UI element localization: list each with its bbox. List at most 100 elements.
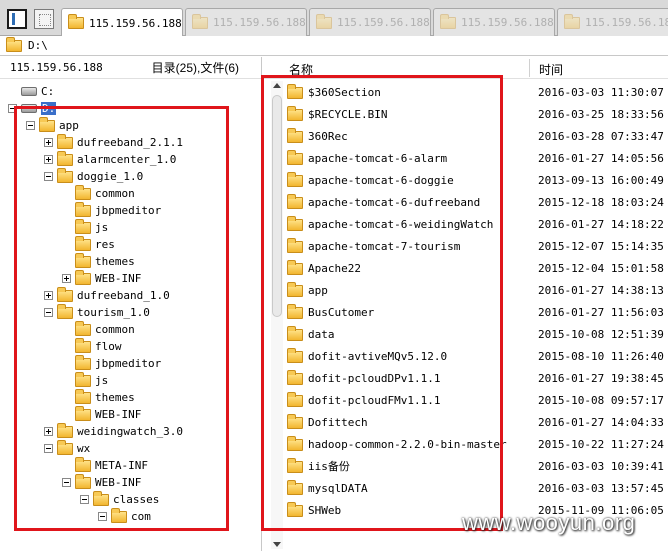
tree-node[interactable]: alarmcenter_1.0: [44, 150, 176, 168]
tree-node-label[interactable]: dufreeband_2.1.1: [77, 136, 183, 149]
collapse-icon[interactable]: [44, 172, 53, 181]
tree-node-label[interactable]: D:: [41, 102, 57, 115]
tree-node[interactable]: js: [62, 371, 108, 389]
tree-node[interactable]: weidingwatch_3.0: [44, 422, 183, 440]
collapse-icon[interactable]: [80, 495, 89, 504]
tree-node[interactable]: WEB-INF: [62, 405, 141, 423]
tree-node-label[interactable]: res: [95, 238, 115, 251]
tab-1[interactable]: 115.159.56.188: [61, 8, 183, 37]
tab-5[interactable]: 115.159.56.188: [557, 8, 668, 36]
expand-icon[interactable]: [44, 155, 53, 164]
file-row[interactable]: app 2016-01-27 14:38:13: [287, 279, 667, 301]
new-tab-icon[interactable]: [34, 9, 54, 29]
tree-node[interactable]: dufreeband_1.0: [44, 286, 170, 304]
file-row[interactable]: apache-tomcat-6-alarm 2016-01-27 14:05:56: [287, 147, 667, 169]
tree-node-label[interactable]: themes: [95, 255, 135, 268]
tree-node-label[interactable]: weidingwatch_3.0: [77, 425, 183, 438]
vertical-scrollbar[interactable]: [271, 81, 283, 549]
tree-node-label[interactable]: doggie_1.0: [77, 170, 143, 183]
tree-node-label[interactable]: themes: [95, 391, 135, 404]
panel-toggle-icon[interactable]: [7, 9, 27, 29]
file-row[interactable]: BusCutomer 2016-01-27 11:56:03: [287, 301, 667, 323]
tree-node[interactable]: com: [98, 507, 151, 525]
tree-node-label[interactable]: WEB-INF: [95, 408, 141, 421]
tree-node-label[interactable]: app: [59, 119, 79, 132]
tree-node-label[interactable]: alarmcenter_1.0: [77, 153, 176, 166]
file-row[interactable]: dofit-avtiveMQv5.12.0 2015-08-10 11:26:40: [287, 345, 667, 367]
tree-node-label[interactable]: classes: [113, 493, 159, 506]
tab-4[interactable]: 115.159.56.188: [433, 8, 555, 36]
column-header-time[interactable]: 时间: [539, 61, 563, 78]
file-row[interactable]: $360Section 2016-03-03 11:30:07: [287, 81, 667, 103]
tree-node-label[interactable]: wx: [77, 442, 90, 455]
tree-node[interactable]: flow: [62, 337, 122, 355]
scroll-up-icon[interactable]: [273, 83, 281, 88]
file-row[interactable]: apache-tomcat-6-weidingWatch 2016-01-27 1…: [287, 213, 667, 235]
tree-node-label[interactable]: jbpmeditor: [95, 357, 161, 370]
scroll-thumb[interactable]: [272, 95, 282, 317]
expand-icon[interactable]: [44, 138, 53, 147]
tree-node[interactable]: dufreeband_2.1.1: [44, 133, 183, 151]
tree-node[interactable]: WEB-INF: [62, 473, 141, 491]
tree-node-label[interactable]: WEB-INF: [95, 476, 141, 489]
file-row[interactable]: Dofittech 2016-01-27 14:04:33: [287, 411, 667, 433]
tree-node[interactable]: app: [26, 116, 79, 134]
tree-node-label[interactable]: META-INF: [95, 459, 148, 472]
tree-node-label[interactable]: js: [95, 374, 108, 387]
tree-node[interactable]: jbpmeditor: [62, 201, 161, 219]
file-row[interactable]: dofit-pcloudFMv1.1.1 2015-10-08 09:57:17: [287, 389, 667, 411]
tree-node[interactable]: META-INF: [62, 456, 148, 474]
tree-node-label[interactable]: common: [95, 187, 135, 200]
tree-node[interactable]: jbpmeditor: [62, 354, 161, 372]
tree-node-label[interactable]: com: [131, 510, 151, 523]
tree-node[interactable]: tourism_1.0: [44, 303, 150, 321]
expand-icon[interactable]: [62, 274, 71, 283]
collapse-icon[interactable]: [62, 478, 71, 487]
tree-node-label[interactable]: jbpmeditor: [95, 204, 161, 217]
tree-node-label[interactable]: tourism_1.0: [77, 306, 150, 319]
tree-node-label[interactable]: common: [95, 323, 135, 336]
tree-node[interactable]: res: [62, 235, 115, 253]
tree-node[interactable]: classes: [80, 490, 159, 508]
file-row[interactable]: apache-tomcat-6-dufreeband 2015-12-18 18:…: [287, 191, 667, 213]
file-row[interactable]: data 2015-10-08 12:51:39: [287, 323, 667, 345]
file-row[interactable]: hadoop-common-2.2.0-bin-master 2015-10-22…: [287, 433, 667, 455]
file-row[interactable]: apache-tomcat-6-doggie 2013-09-13 16:00:4…: [287, 169, 667, 191]
tree-node[interactable]: common: [62, 184, 135, 202]
tab-2[interactable]: 115.159.56.188: [185, 8, 307, 36]
tree-node-label[interactable]: C:: [41, 85, 54, 98]
file-row[interactable]: $RECYCLE.BIN 2016-03-25 18:33:56: [287, 103, 667, 125]
tree-node-label[interactable]: WEB-INF: [95, 272, 141, 285]
file-row[interactable]: mysqlDATA 2016-03-03 13:57:45: [287, 477, 667, 499]
tree-node-label[interactable]: dufreeband_1.0: [77, 289, 170, 302]
file-row[interactable]: 360Rec 2016-03-28 07:33:47: [287, 125, 667, 147]
address-path[interactable]: D:\: [28, 39, 48, 52]
tree-node[interactable]: doggie_1.0: [44, 167, 143, 185]
tree-node[interactable]: common: [62, 320, 135, 338]
scroll-down-icon[interactable]: [273, 542, 281, 547]
collapse-icon[interactable]: [8, 104, 17, 113]
expand-icon[interactable]: [44, 427, 53, 436]
collapse-icon[interactable]: [98, 512, 107, 521]
tree-node-label[interactable]: flow: [95, 340, 122, 353]
file-row[interactable]: dofit-pcloudDPv1.1.1 2016-01-27 19:38:45: [287, 367, 667, 389]
tree-node[interactable]: js: [62, 218, 108, 236]
collapse-icon[interactable]: [26, 121, 35, 130]
tab-3[interactable]: 115.159.56.188: [309, 8, 431, 36]
tree-node-label[interactable]: js: [95, 221, 108, 234]
collapse-icon[interactable]: [44, 444, 53, 453]
file-row[interactable]: apache-tomcat-7-tourism 2015-12-07 15:14:…: [287, 235, 667, 257]
column-divider[interactable]: [529, 59, 530, 77]
tree-node[interactable]: themes: [62, 388, 135, 406]
column-header-name[interactable]: 名称: [289, 61, 313, 78]
file-row[interactable]: iis备份 2016-03-03 10:39:41: [287, 455, 667, 477]
tree-node[interactable]: themes: [62, 252, 135, 270]
collapse-icon[interactable]: [44, 308, 53, 317]
address-bar[interactable]: D:\: [0, 36, 668, 56]
expand-icon[interactable]: [44, 291, 53, 300]
tree-node[interactable]: C:: [8, 83, 54, 100]
tree-node[interactable]: WEB-INF: [62, 269, 141, 287]
tree-node[interactable]: wx: [44, 439, 90, 457]
file-row[interactable]: Apache22 2015-12-04 15:01:58: [287, 257, 667, 279]
tree-node[interactable]: D:: [8, 100, 57, 117]
